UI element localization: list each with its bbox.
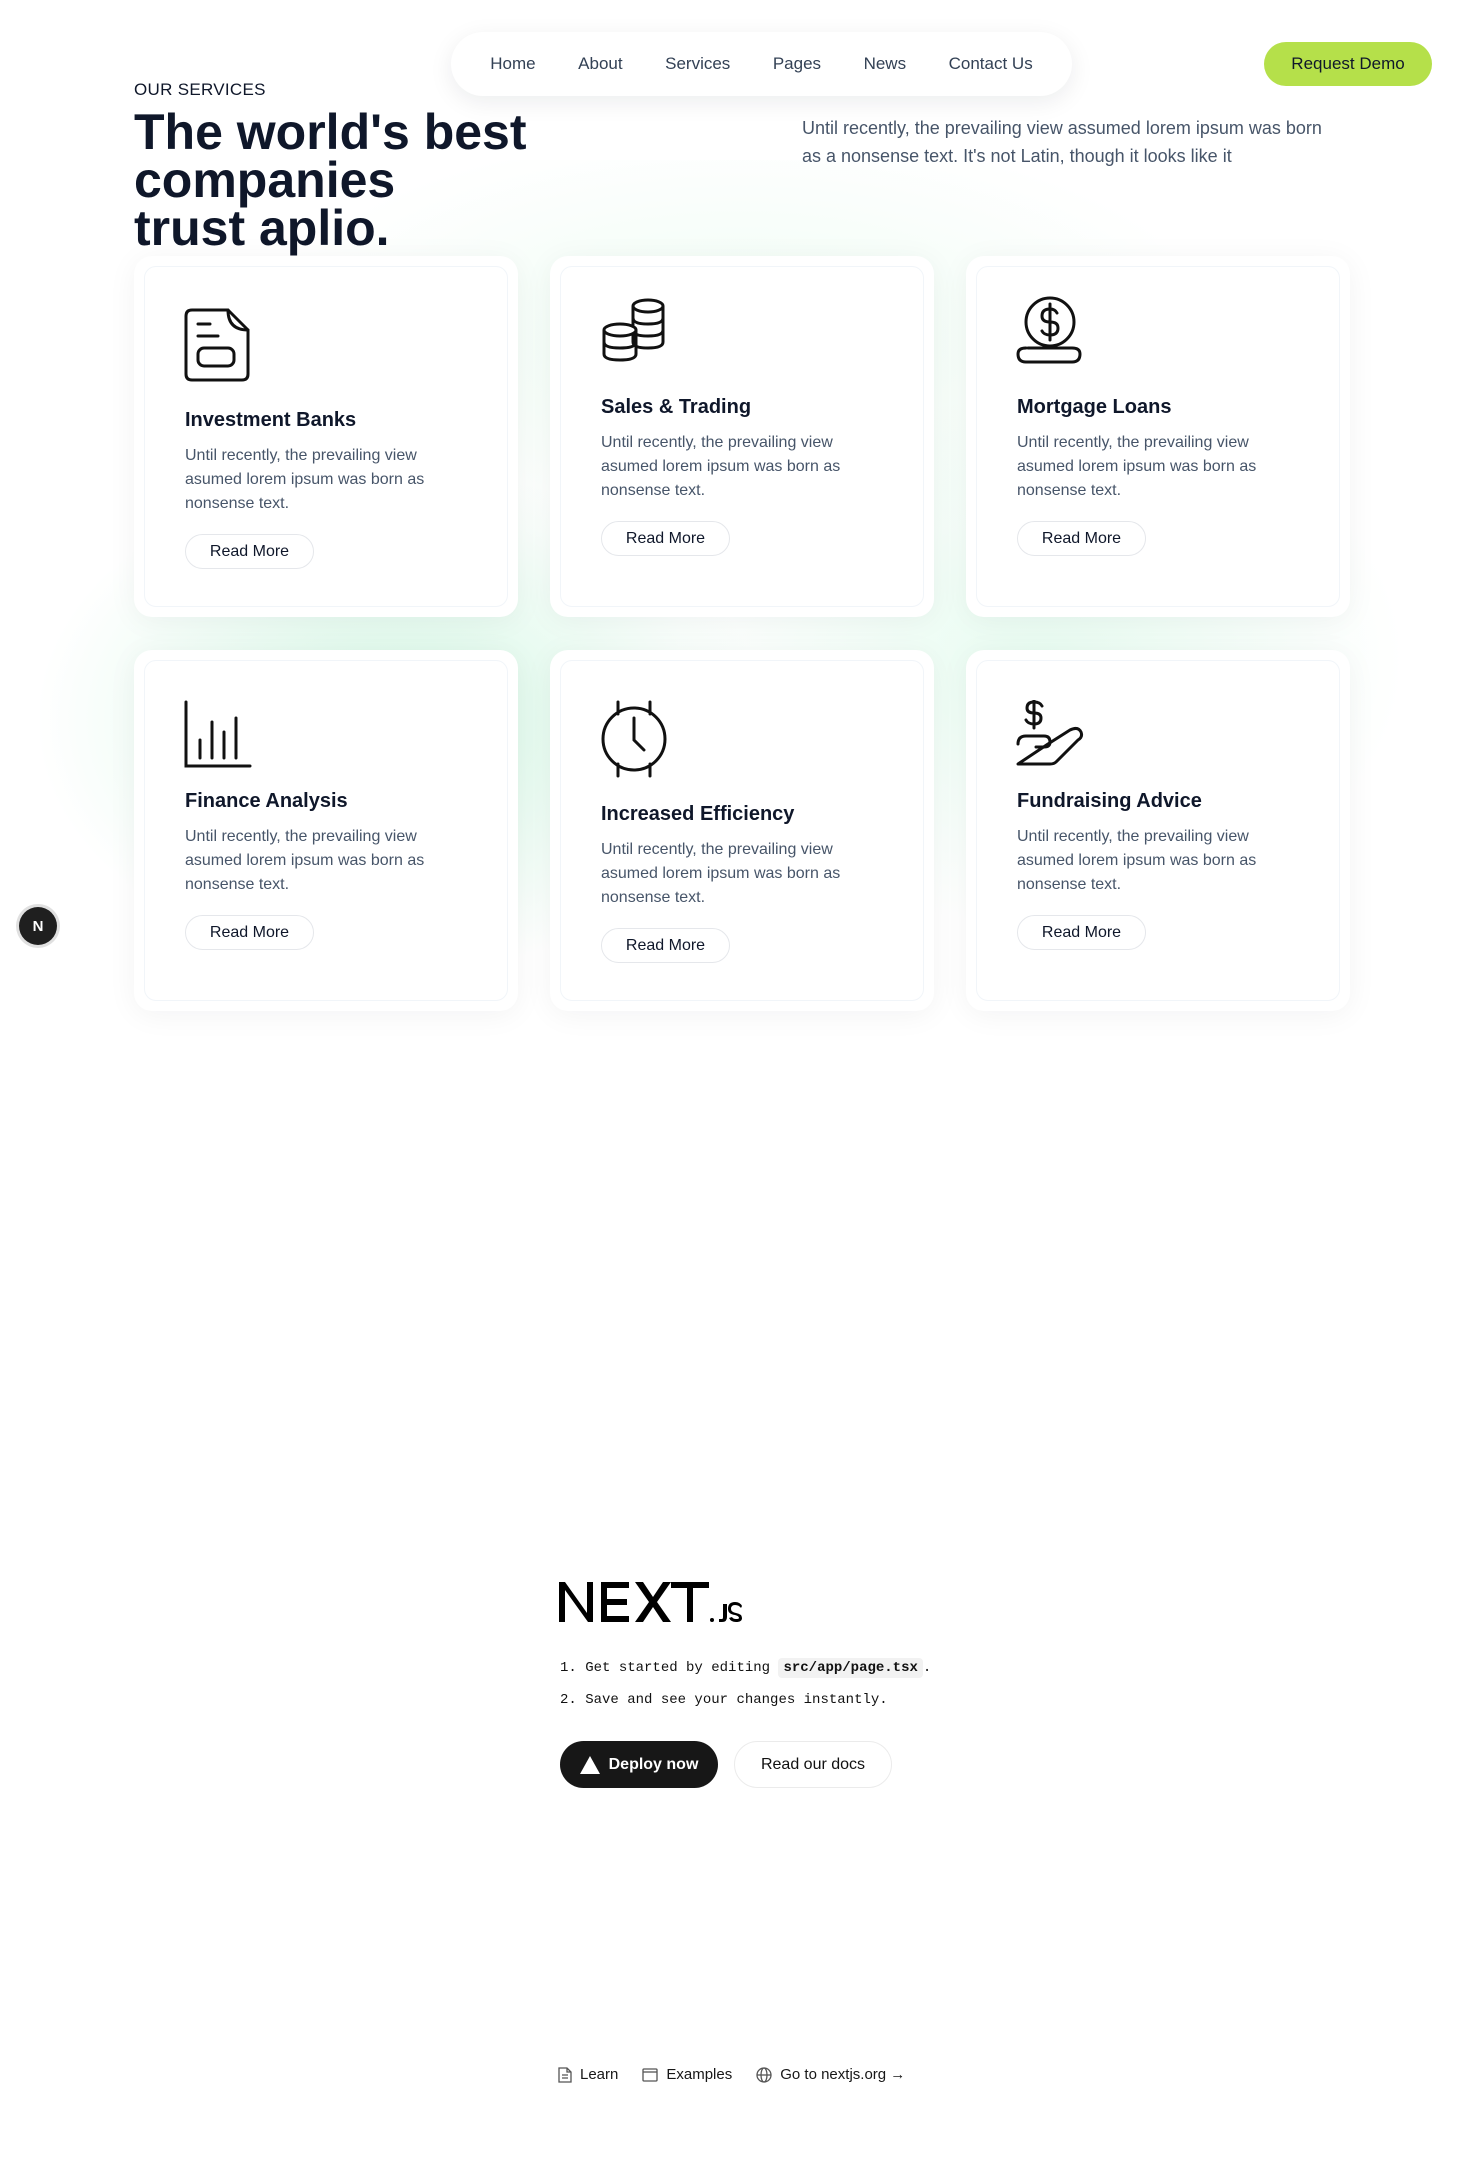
stopwatch-icon <box>601 700 667 778</box>
nav-pages[interactable]: Pages <box>773 54 821 74</box>
card-title: Fundraising Advice <box>1017 790 1202 812</box>
read-more-button[interactable]: Read More <box>185 915 314 950</box>
footer-examples-label: Examples <box>666 2066 733 2083</box>
read-more-button[interactable]: Read More <box>1017 521 1146 556</box>
service-card-finance-analysis: Finance Analysis Until recently, the pre… <box>134 650 518 1011</box>
read-more-button[interactable]: Read More <box>1017 915 1146 950</box>
card-title: Finance Analysis <box>185 790 348 812</box>
page-root: Home About Services Pages News Contact U… <box>0 0 1469 2169</box>
document-icon <box>184 308 250 382</box>
step-1-prefix: Get started by editing <box>585 1660 771 1676</box>
nextjs-dev-badge[interactable]: N <box>19 907 57 945</box>
footer-learn-link[interactable]: Learn <box>558 2066 618 2083</box>
step-1-suffix: . <box>922 1660 932 1676</box>
step-2-text: Save and see your changes instantly. <box>585 1692 888 1708</box>
card-text: Until recently, the prevailing view asum… <box>601 434 841 499</box>
dollar-coin-hand-icon <box>1016 296 1082 364</box>
globe-icon <box>756 2066 772 2083</box>
service-card-investment-banks: Investment Banks Until recently, the pre… <box>134 256 518 617</box>
service-card-sales-trading: Sales & Trading Until recently, the prev… <box>550 256 934 617</box>
footer-learn-label: Learn <box>580 2066 619 2083</box>
section-eyebrow: OUR SERVICES <box>134 80 266 99</box>
footer-links: Learn Examples Go to nextjs.org → <box>558 2066 905 2083</box>
hand-dollar-icon <box>1016 700 1084 766</box>
service-card-increased-efficiency: Increased Efficiency Until recently, the… <box>550 650 934 1011</box>
main-nav: Home About Services Pages News Contact U… <box>451 32 1072 96</box>
section-description: Until recently, the prevailing view assu… <box>802 118 1322 166</box>
service-card-mortgage-loans: Mortgage Loans Until recently, the preva… <box>966 256 1350 617</box>
request-demo-button[interactable]: Request Demo <box>1264 42 1432 86</box>
read-more-button[interactable]: Read More <box>185 534 314 569</box>
nav-contact-us[interactable]: Contact Us <box>949 54 1033 74</box>
card-title: Mortgage Loans <box>1017 396 1172 418</box>
card-text: Until recently, the prevailing view asum… <box>185 828 425 893</box>
nextjs-logo <box>559 1582 742 1622</box>
window-icon <box>642 2067 659 2082</box>
card-text: Until recently, the prevailing view asum… <box>1017 434 1257 499</box>
section-title: The world's best companies trust aplio. <box>134 107 794 253</box>
file-icon <box>558 2066 572 2083</box>
step-2: 2. Save and see your changes instantly. <box>560 1692 888 1708</box>
deploy-now-button[interactable]: Deploy now <box>560 1741 718 1788</box>
card-title: Increased Efficiency <box>601 803 795 825</box>
footer-nextjs-org-label: Go to nextjs.org → <box>780 2066 906 2083</box>
card-text: Until recently, the prevailing view asum… <box>1017 828 1257 893</box>
card-text: Until recently, the prevailing view asum… <box>185 447 425 512</box>
coins-icon <box>602 298 665 362</box>
nav-news[interactable]: News <box>864 54 907 74</box>
nav-home[interactable]: Home <box>490 54 535 74</box>
card-title: Investment Banks <box>185 409 357 431</box>
card-text: Until recently, the prevailing view asum… <box>601 841 841 906</box>
footer-nextjs-org-link[interactable]: Go to nextjs.org → <box>756 2066 905 2083</box>
step-1-code: src/app/page.tsx <box>778 1658 923 1678</box>
step-1: 1. Get started by editing src/app/page.t… <box>560 1658 932 1678</box>
vercel-triangle-icon <box>579 1755 600 1774</box>
read-more-button[interactable]: Read More <box>601 928 730 963</box>
section-title-line2: trust aplio. <box>134 200 390 256</box>
footer-examples-link[interactable]: Examples <box>642 2066 732 2083</box>
nextjs-dev-badge-letter: N <box>32 917 44 935</box>
bar-chart-icon <box>184 700 252 768</box>
nav-services[interactable]: Services <box>665 54 730 74</box>
card-title: Sales & Trading <box>601 396 752 418</box>
service-card-fundraising-advice: Fundraising Advice Until recently, the p… <box>966 650 1350 1011</box>
getting-started-steps: 1. Get started by editing src/app/page.t… <box>560 1652 931 1716</box>
nav-about[interactable]: About <box>578 54 622 74</box>
deploy-now-label: Deploy now <box>608 1755 699 1773</box>
read-docs-button[interactable]: Read our docs <box>734 1741 892 1788</box>
read-more-button[interactable]: Read More <box>601 521 730 556</box>
section-title-line1: The world's best companies <box>134 104 527 208</box>
